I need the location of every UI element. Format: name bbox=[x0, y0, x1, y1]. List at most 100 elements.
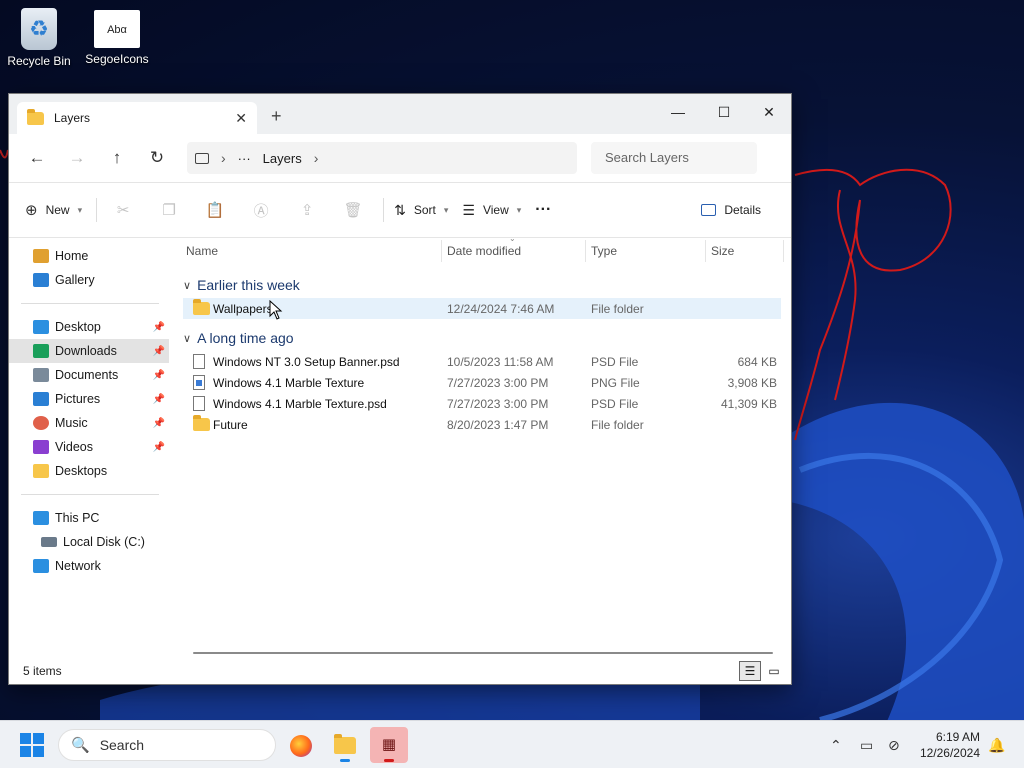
column-divider[interactable] bbox=[705, 240, 706, 262]
chevron-right-icon[interactable]: › bbox=[314, 150, 319, 166]
pin-icon[interactable]: 📌 bbox=[153, 394, 165, 405]
taskbar-search[interactable]: 🔍 Search bbox=[58, 729, 276, 761]
more-options-button[interactable]: ··· bbox=[535, 201, 551, 219]
pin-icon[interactable]: 📌 bbox=[153, 370, 165, 381]
firefox-taskbar-icon[interactable] bbox=[282, 727, 320, 763]
group-header-earlier-this-week[interactable]: ∨ Earlier this week bbox=[175, 272, 791, 298]
search-input[interactable]: Search Layers bbox=[591, 142, 757, 174]
desktop-icon-label: Recycle Bin bbox=[7, 54, 71, 68]
title-bar: Layers ✕ + — ☐ ✕ bbox=[9, 94, 791, 134]
network-icon bbox=[33, 559, 49, 573]
tiles-view-icon[interactable]: ▭ bbox=[763, 661, 785, 681]
close-tab-icon[interactable]: ✕ bbox=[235, 110, 247, 127]
file-date: 7/27/2023 3:00 PM bbox=[447, 376, 549, 390]
nav-item-home[interactable]: Home bbox=[9, 244, 169, 268]
gallery-icon bbox=[33, 273, 49, 287]
folder-icon bbox=[193, 415, 210, 431]
file-explorer-taskbar-icon[interactable] bbox=[326, 727, 364, 763]
nav-label: Gallery bbox=[55, 273, 95, 287]
column-divider[interactable] bbox=[585, 240, 586, 262]
videos-icon bbox=[33, 440, 49, 454]
status-bar: 5 items bbox=[9, 658, 791, 684]
file-name: Wallpapers bbox=[213, 302, 273, 316]
cut-icon[interactable]: ✂ bbox=[107, 201, 139, 219]
nav-item-downloads[interactable]: Downloads 📌 bbox=[9, 339, 169, 363]
back-arrow-icon[interactable]: ← bbox=[17, 148, 57, 168]
column-divider[interactable] bbox=[441, 240, 442, 262]
nav-item-videos[interactable]: Videos 📌 bbox=[9, 435, 169, 459]
file-name: Future bbox=[213, 418, 248, 432]
pin-icon[interactable]: 📌 bbox=[153, 322, 165, 333]
address-bar[interactable]: › ··· Layers › bbox=[187, 142, 577, 174]
column-header-size[interactable]: Size bbox=[711, 244, 734, 258]
nav-item-this-pc[interactable]: This PC bbox=[9, 506, 169, 530]
start-button[interactable] bbox=[20, 733, 44, 757]
breadcrumb-ellipsis[interactable]: ··· bbox=[238, 151, 251, 166]
sort-icon: ⇅ bbox=[394, 201, 406, 218]
share-icon[interactable]: ⇪ bbox=[291, 201, 323, 219]
column-header-name[interactable]: Name bbox=[186, 244, 218, 258]
file-size: 3,908 KB bbox=[727, 376, 777, 390]
group-title: A long time ago bbox=[197, 330, 294, 346]
file-icon bbox=[193, 396, 205, 411]
nav-item-network[interactable]: Network bbox=[9, 554, 169, 578]
sort-button[interactable]: ⇅ Sort ▾ bbox=[394, 202, 448, 219]
refresh-icon[interactable]: ↻ bbox=[137, 148, 177, 168]
horizontal-scrollbar[interactable] bbox=[193, 652, 773, 654]
details-view-icon[interactable]: ☰ bbox=[739, 661, 761, 681]
view-toggle: ☰ ▭ bbox=[739, 661, 785, 681]
desktop-icon-label: SegoeIcons bbox=[85, 52, 149, 66]
navigation-pane: Home Gallery Desktop 📌 Downloads 📌 Docum… bbox=[9, 238, 169, 640]
column-divider[interactable] bbox=[783, 240, 784, 262]
nav-item-gallery[interactable]: Gallery bbox=[9, 268, 169, 292]
minimize-button[interactable]: — bbox=[655, 98, 701, 126]
folder-icon bbox=[193, 299, 210, 315]
tab-layers[interactable]: Layers ✕ bbox=[17, 102, 257, 134]
nav-item-local-disk[interactable]: Local Disk (C:) bbox=[9, 530, 169, 554]
paste-icon[interactable]: 📋 bbox=[199, 201, 231, 219]
chevron-right-icon[interactable]: › bbox=[221, 150, 226, 166]
details-button[interactable]: Details bbox=[701, 203, 761, 217]
column-header-type[interactable]: Type bbox=[591, 244, 617, 258]
new-button[interactable]: ⊕ New ▾ bbox=[25, 201, 82, 219]
delete-icon[interactable]: 🗑 bbox=[337, 201, 369, 219]
explorer-body: Home Gallery Desktop 📌 Downloads 📌 Docum… bbox=[9, 234, 791, 684]
file-row[interactable]: Windows NT 3.0 Setup Banner.psd 10/5/202… bbox=[183, 351, 781, 372]
app-taskbar-icon[interactable]: ▦ bbox=[370, 727, 408, 763]
music-icon bbox=[33, 416, 49, 430]
group-header-a-long-time-ago[interactable]: ∨ A long time ago bbox=[175, 325, 791, 351]
pin-icon[interactable]: 📌 bbox=[153, 346, 165, 357]
column-header-date[interactable]: Date modified bbox=[447, 244, 521, 258]
view-button[interactable]: ☰ View ▾ bbox=[462, 202, 521, 219]
file-row[interactable]: Future 8/20/2023 1:47 PM File folder bbox=[183, 414, 781, 435]
notification-bell-icon[interactable]: 🔔 bbox=[988, 721, 1005, 768]
nav-label: Local Disk (C:) bbox=[63, 535, 145, 549]
desktop-icon-segoeicons[interactable]: Abα SegoeIcons bbox=[79, 10, 155, 66]
up-arrow-icon[interactable]: ↑ bbox=[97, 148, 137, 168]
breadcrumb-layers[interactable]: Layers bbox=[263, 151, 302, 166]
nav-item-desktops[interactable]: Desktops bbox=[9, 459, 169, 483]
home-icon bbox=[33, 249, 49, 263]
file-type: PSD File bbox=[591, 397, 639, 411]
network-status-icon[interactable]: ⊘ bbox=[888, 721, 900, 768]
pin-icon[interactable]: 📌 bbox=[153, 442, 165, 453]
pin-icon[interactable]: 📌 bbox=[153, 418, 165, 429]
copy-icon[interactable]: ❐ bbox=[153, 201, 185, 219]
pc-icon bbox=[33, 511, 49, 525]
nav-item-music[interactable]: Music 📌 bbox=[9, 411, 169, 435]
file-row[interactable]: Windows 4.1 Marble Texture 7/27/2023 3:0… bbox=[183, 372, 781, 393]
maximize-button[interactable]: ☐ bbox=[701, 98, 747, 126]
nav-item-documents[interactable]: Documents 📌 bbox=[9, 363, 169, 387]
clock[interactable]: 6:19 AM 12/26/2024 bbox=[920, 729, 980, 761]
rename-icon[interactable]: Ⓐ bbox=[245, 200, 277, 221]
new-tab-button[interactable]: + bbox=[271, 106, 282, 127]
file-row[interactable]: Windows 4.1 Marble Texture.psd 7/27/2023… bbox=[183, 393, 781, 414]
display-icon[interactable]: ▭ bbox=[860, 721, 873, 768]
close-window-button[interactable]: ✕ bbox=[746, 98, 792, 126]
forward-arrow-icon[interactable]: → bbox=[57, 148, 97, 168]
nav-item-desktop[interactable]: Desktop 📌 bbox=[9, 315, 169, 339]
desktop-icon-recycle-bin[interactable]: Recycle Bin bbox=[1, 8, 77, 68]
nav-item-pictures[interactable]: Pictures 📌 bbox=[9, 387, 169, 411]
show-hidden-icons-chevron-icon[interactable]: ⌃ bbox=[830, 721, 842, 768]
documents-icon bbox=[33, 368, 49, 382]
